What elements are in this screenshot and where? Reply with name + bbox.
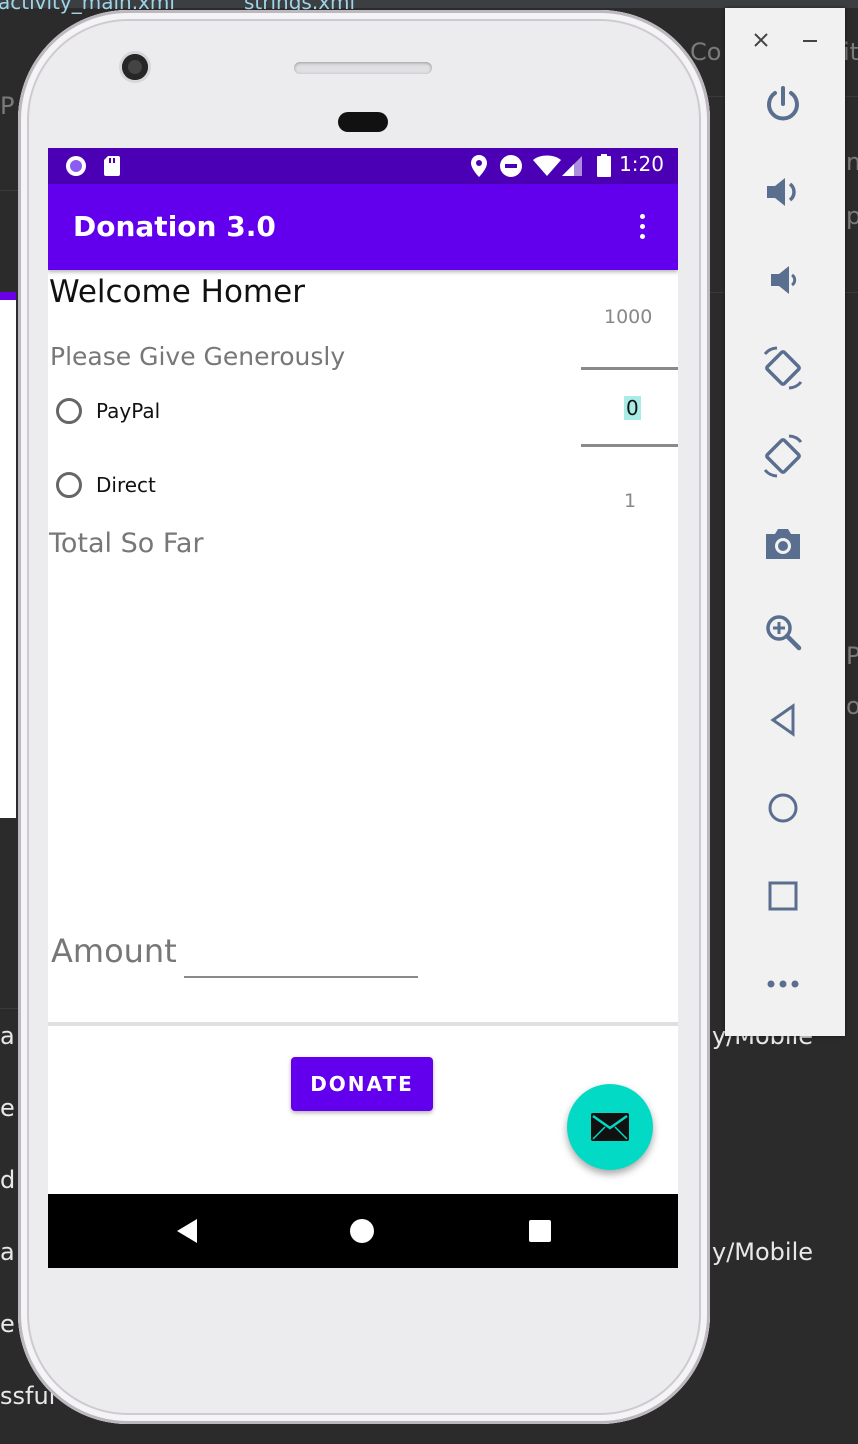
radio-paypal[interactable]: PayPal xyxy=(56,398,160,424)
rotate-right-icon[interactable] xyxy=(761,434,805,478)
rotate-left-icon[interactable] xyxy=(761,346,805,390)
ide-text-fragment: Co xyxy=(690,38,722,66)
close-icon[interactable] xyxy=(749,28,773,52)
ide-text-fragment: P xyxy=(846,642,858,670)
status-time: 1:20 xyxy=(619,152,664,176)
back-icon[interactable] xyxy=(761,698,805,742)
ide-text-fragment: it xyxy=(843,38,858,66)
overflow-menu-icon[interactable] xyxy=(634,214,650,242)
home-icon[interactable] xyxy=(761,786,805,830)
picker-divider-bottom xyxy=(581,444,678,447)
minimize-icon[interactable] xyxy=(798,28,822,52)
battery-icon xyxy=(596,154,612,182)
ide-text-fragment: e xyxy=(0,1310,15,1338)
ide-text-fragment: a xyxy=(0,1022,15,1050)
picker-value-above[interactable]: 1000 xyxy=(604,306,652,328)
cell-signal-icon xyxy=(560,154,584,182)
notification-circle-icon xyxy=(64,154,88,182)
sd-card-icon xyxy=(102,154,122,182)
mail-icon xyxy=(591,1113,629,1141)
proximity-sensor xyxy=(338,112,388,132)
radio-paypal-label[interactable]: PayPal xyxy=(96,399,160,423)
volume-up-icon[interactable] xyxy=(761,170,805,214)
location-icon xyxy=(470,154,488,182)
donate-button[interactable]: DONATE xyxy=(291,1057,433,1111)
amount-input[interactable] xyxy=(184,928,418,978)
app-toolbar: Donation 3.0 xyxy=(48,184,678,270)
radio-direct[interactable]: Direct xyxy=(56,472,156,498)
amount-label: Amount xyxy=(51,932,177,970)
ide-text-fragment: d xyxy=(0,1166,16,1194)
more-icon[interactable] xyxy=(761,962,805,1006)
nav-overview-icon[interactable] xyxy=(525,1216,555,1246)
emulator-toolbar xyxy=(725,8,845,1036)
layout-preview-panel xyxy=(0,292,16,818)
overview-icon[interactable] xyxy=(761,874,805,918)
power-icon[interactable] xyxy=(761,82,805,126)
welcome-text: Welcome Homer xyxy=(49,274,305,310)
picker-divider-top xyxy=(581,367,678,370)
total-so-far-label: Total So Far xyxy=(49,528,204,559)
radio-circle-icon[interactable] xyxy=(56,398,82,424)
volume-down-icon[interactable] xyxy=(761,258,805,302)
status-bar: 1:20 xyxy=(48,148,678,184)
ide-text-fragment: m xyxy=(846,148,858,176)
phone-screen: 1:20 Donation 3.0 Welcome Homer Please G… xyxy=(48,148,678,1268)
app-title: Donation 3.0 xyxy=(73,210,276,243)
front-camera xyxy=(122,54,148,80)
wifi-icon xyxy=(532,154,562,182)
ide-text-fragment: e xyxy=(0,1094,15,1122)
ide-text-fragment: p xyxy=(846,202,858,230)
ide-text-fragment: o xyxy=(846,692,858,720)
nav-back-icon[interactable] xyxy=(172,1216,202,1246)
give-prompt: Please Give Generously xyxy=(50,342,346,371)
radio-direct-label[interactable]: Direct xyxy=(96,473,156,497)
do-not-disturb-icon xyxy=(499,154,523,182)
radio-circle-icon[interactable] xyxy=(56,472,82,498)
ide-text-fragment: y/Mobile xyxy=(712,1238,814,1266)
ide-text-fragment: P xyxy=(0,92,15,120)
email-fab[interactable] xyxy=(567,1084,653,1170)
picker-value-below[interactable]: 1 xyxy=(624,490,636,512)
section-divider xyxy=(48,1022,678,1026)
nav-home-icon[interactable] xyxy=(347,1216,377,1246)
ide-text-fragment: a xyxy=(0,1238,15,1266)
earpiece-speaker xyxy=(294,62,432,74)
system-nav-bar xyxy=(48,1194,678,1268)
camera-icon[interactable] xyxy=(761,522,805,566)
picker-selected-value[interactable]: 0 xyxy=(624,396,641,420)
zoom-icon[interactable] xyxy=(761,610,805,654)
